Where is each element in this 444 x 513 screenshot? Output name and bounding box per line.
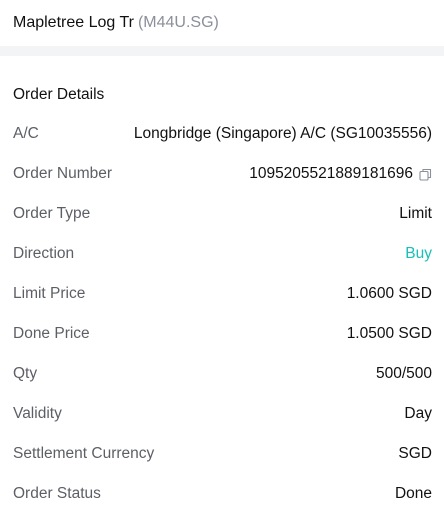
order-number-value: 1095205521889181696 — [249, 165, 432, 183]
row-label: Qty — [13, 365, 38, 382]
direction-value: Buy — [405, 245, 432, 262]
section-divider — [0, 46, 444, 56]
stock-code: (M44U.SG) — [137, 14, 219, 31]
row-validity: Validity Day — [0, 394, 444, 434]
row-order-type: Order Type Limit — [0, 194, 444, 234]
order-number-text: 1095205521889181696 — [249, 165, 413, 182]
row-label: Order Status — [13, 485, 101, 502]
row-label: Limit Price — [13, 285, 86, 302]
account-value: Longbridge (Singapore) A/C (SG10035556) — [133, 125, 432, 142]
order-details-list: A/C Longbridge (Singapore) A/C (SG100355… — [0, 114, 444, 513]
row-order-status: Order Status Done — [0, 474, 444, 513]
row-order-number: Order Number 1095205521889181696 — [0, 154, 444, 194]
row-label: Order Number — [13, 165, 113, 182]
qty-value: 500/500 — [375, 365, 432, 382]
row-qty: Qty 500/500 — [0, 354, 444, 394]
row-limit-price: Limit Price 1.0600 SGD — [0, 274, 444, 314]
row-label: A/C — [13, 125, 39, 142]
row-label: Direction — [13, 245, 75, 262]
stock-header: Mapletree Log Tr (M44U.SG) — [0, 0, 444, 46]
row-label: Order Type — [13, 205, 91, 222]
row-done-price: Done Price 1.0500 SGD — [0, 314, 444, 354]
validity-value: Day — [404, 405, 432, 422]
order-type-value: Limit — [399, 205, 432, 222]
settlement-currency-value: SGD — [398, 445, 432, 462]
row-direction: Direction Buy — [0, 234, 444, 274]
order-status-value: Done — [394, 485, 432, 502]
row-settlement-currency: Settlement Currency SGD — [0, 434, 444, 474]
row-label: Settlement Currency — [13, 445, 155, 462]
section-title: Order Details — [13, 86, 105, 103]
row-account: A/C Longbridge (Singapore) A/C (SG100355… — [0, 114, 444, 154]
row-label: Done Price — [13, 325, 90, 342]
copy-icon[interactable] — [419, 168, 432, 181]
row-label: Validity — [13, 405, 62, 422]
done-price-value: 1.0500 SGD — [346, 325, 432, 342]
stock-name: Mapletree Log Tr — [13, 14, 134, 31]
limit-price-value: 1.0600 SGD — [346, 285, 432, 302]
